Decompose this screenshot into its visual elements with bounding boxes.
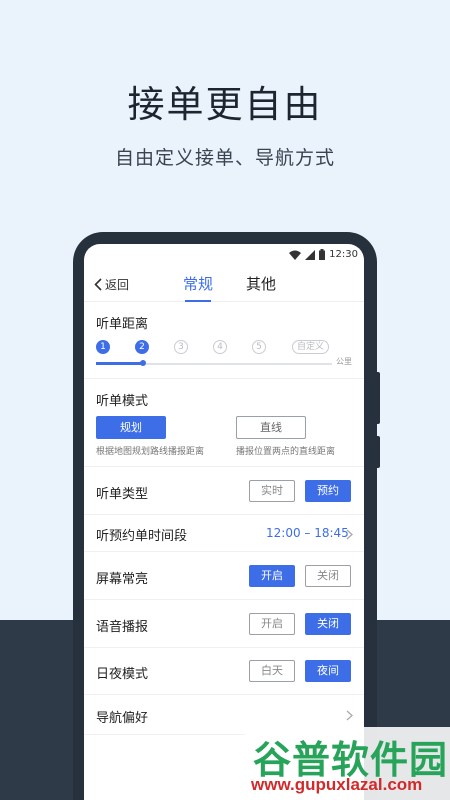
back-label: 返回 xyxy=(105,278,130,292)
screen-on-enable-button[interactable]: 开启 xyxy=(249,565,295,587)
top-nav-bar: 返回 常规 其他 xyxy=(84,266,364,302)
chevron-right-icon[interactable] xyxy=(346,710,353,721)
divider xyxy=(84,378,364,379)
promo-subline: 自由定义接单、导航方式 xyxy=(114,147,335,169)
screen-on-disable-button[interactable]: 关闭 xyxy=(305,565,351,587)
tab-other[interactable]: 其他 xyxy=(246,273,276,294)
status-bar: 12:30 xyxy=(84,244,364,266)
mode-plan-button[interactable]: 规划 xyxy=(96,416,166,439)
nav-pref-label[interactable]: 导航偏好 xyxy=(96,707,148,726)
mode-title: 听单模式 xyxy=(96,394,149,409)
distance-title: 听单距离 xyxy=(96,317,149,332)
watermark-url-text: www.gupuxlazal.com xyxy=(251,775,423,794)
phone-side-button xyxy=(376,436,380,468)
day-night-label: 日夜模式 xyxy=(96,667,149,682)
divider xyxy=(84,694,364,695)
voice-label: 语音播报 xyxy=(96,620,149,635)
distance-step-2[interactable]: 2 xyxy=(135,340,149,354)
reserve-time-label: 听预约单时间段 xyxy=(96,529,188,544)
distance-unit: 公里 xyxy=(336,357,352,366)
distance-step-4[interactable]: 4 xyxy=(213,340,227,354)
phone-side-button xyxy=(376,372,380,424)
voice-disable-button[interactable]: 关闭 xyxy=(305,613,351,635)
divider xyxy=(84,647,364,648)
mode-straight-button[interactable]: 直线 xyxy=(236,416,306,439)
distance-step-custom[interactable]: 自定义 xyxy=(292,340,330,354)
screen-on-label: 屏幕常亮 xyxy=(96,572,149,587)
back-button[interactable]: 返回 xyxy=(94,276,129,293)
battery-icon xyxy=(319,249,326,260)
phone-screen: 12:30 返回 常规 其他 听单距离 1 2 3 4 5 自定义 公里 听单模… xyxy=(84,244,364,800)
distance-step-5[interactable]: 5 xyxy=(252,340,266,354)
distance-slider-handle[interactable] xyxy=(140,360,146,366)
active-tab-indicator xyxy=(185,300,211,302)
watermark-logo: 谷普软件园 www.gupuxlazal.com xyxy=(245,727,450,800)
order-type-realtime-button[interactable]: 实时 xyxy=(249,480,295,502)
divider xyxy=(84,599,364,600)
distance-slider-fill xyxy=(96,362,142,365)
order-type-label: 听单类型 xyxy=(96,487,149,502)
distance-step-1[interactable]: 1 xyxy=(96,340,110,354)
distance-step-3[interactable]: 3 xyxy=(174,340,188,354)
promo-headline: 接单更自由 xyxy=(127,83,323,126)
chevron-left-icon xyxy=(94,278,102,291)
mode-straight-description: 播报位置两点的直线距离 xyxy=(236,447,336,457)
divider xyxy=(84,551,364,552)
night-mode-button[interactable]: 夜间 xyxy=(305,660,351,682)
mode-plan-description: 根据地图规划路线播报距离 xyxy=(96,447,205,457)
order-type-reserve-button[interactable]: 预约 xyxy=(305,480,351,502)
voice-enable-button[interactable]: 开启 xyxy=(249,613,295,635)
status-time: 12:30 xyxy=(329,249,358,260)
signal-icon xyxy=(305,249,316,260)
day-mode-button[interactable]: 白天 xyxy=(249,660,295,682)
divider xyxy=(84,514,364,515)
chevron-right-icon[interactable] xyxy=(346,529,353,540)
reserve-time-value[interactable]: 12:00 – 18:45 xyxy=(266,526,349,540)
divider xyxy=(84,466,364,467)
wifi-icon xyxy=(289,250,302,260)
tab-general[interactable]: 常规 xyxy=(183,273,213,294)
